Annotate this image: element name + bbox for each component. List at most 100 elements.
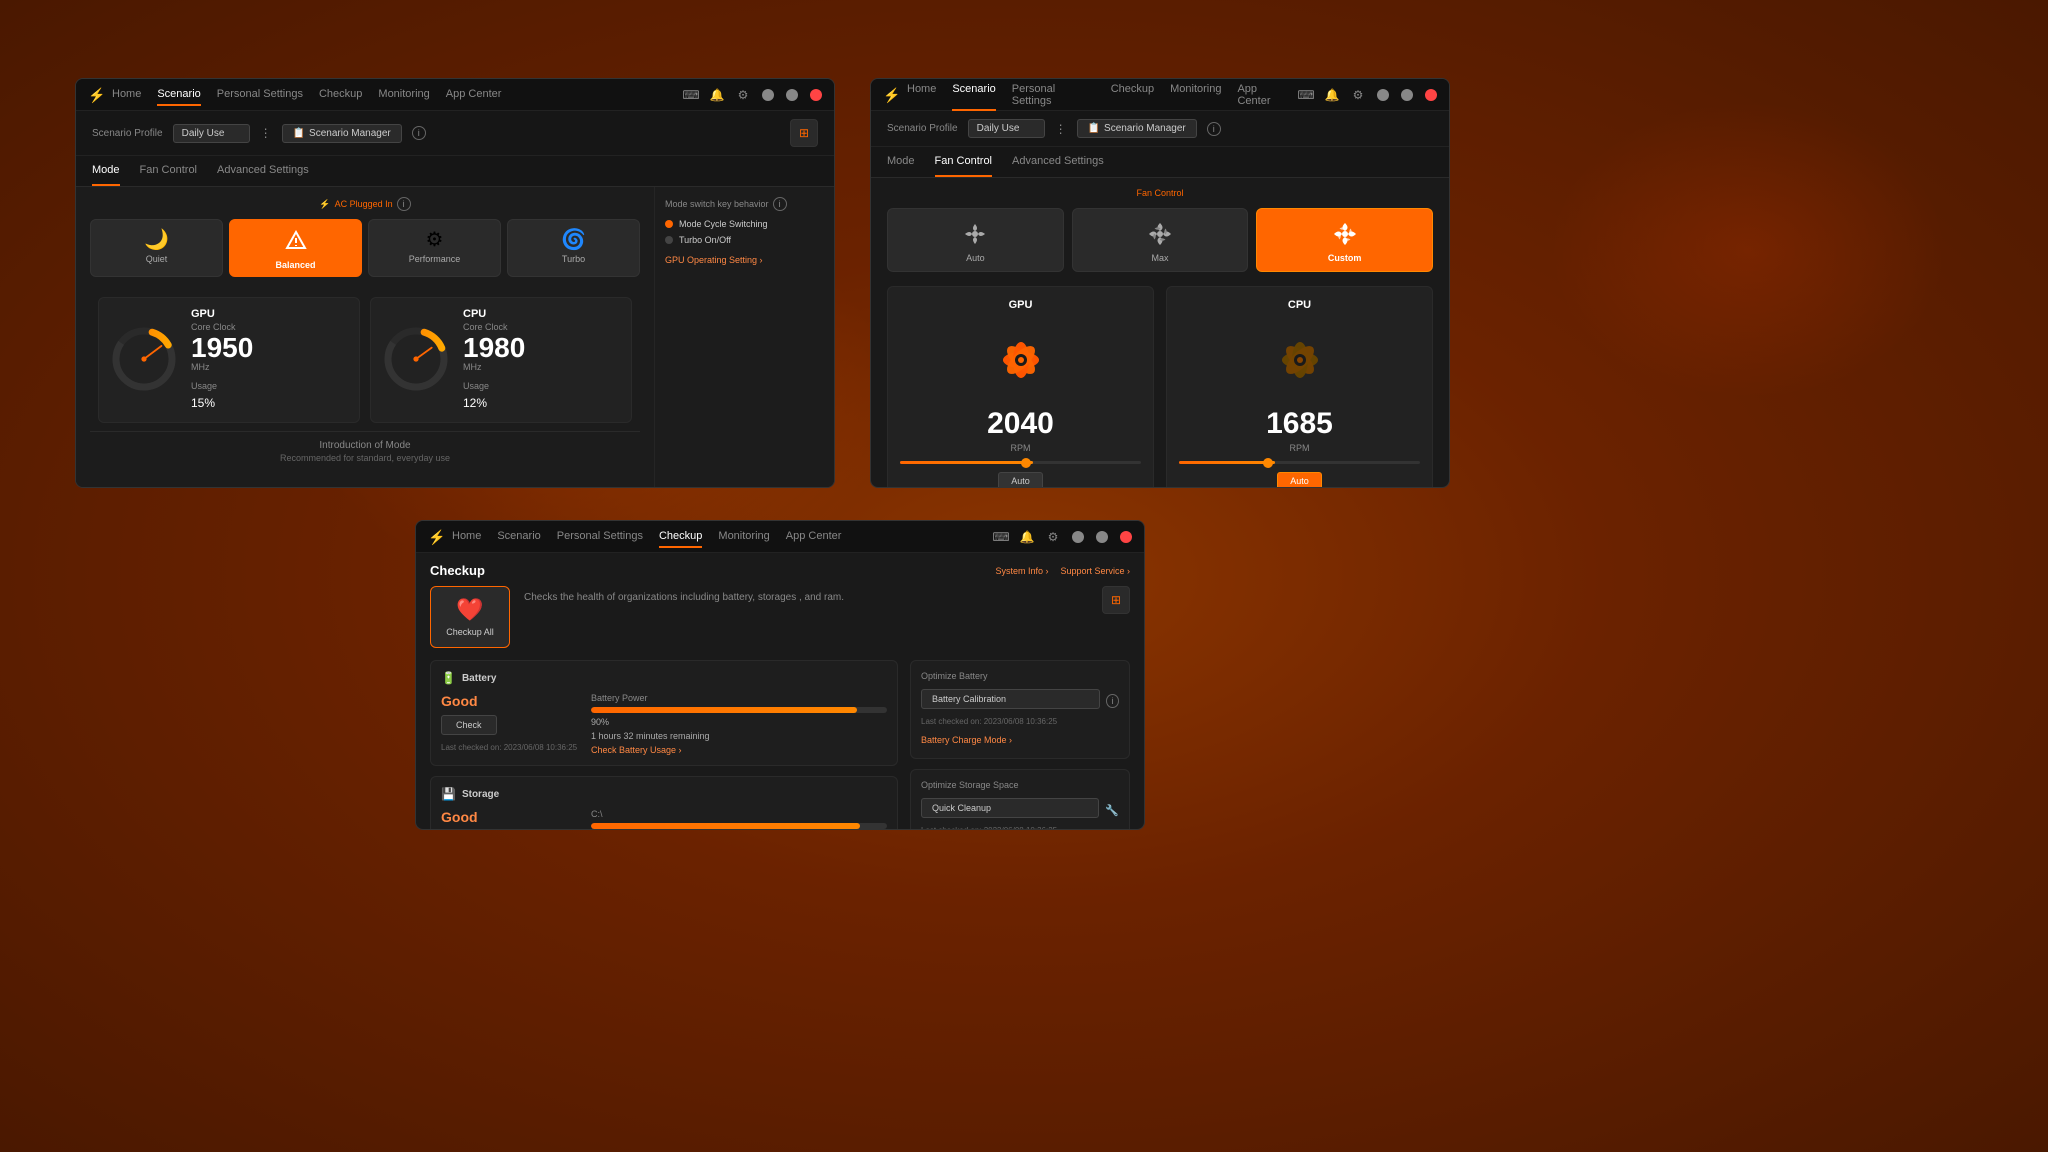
check-battery-usage-link[interactable]: Check Battery Usage › bbox=[591, 745, 887, 755]
nav-checkup-1[interactable]: Checkup bbox=[319, 84, 362, 106]
gpu-fan-slider[interactable] bbox=[900, 461, 1141, 464]
nav-appcenter-3[interactable]: App Center bbox=[786, 526, 842, 548]
gpu-fan-wheel bbox=[976, 315, 1066, 405]
profile-dropdown-1[interactable]: Daily Use bbox=[173, 124, 250, 143]
gpu-fan-gauge: GPU 2040 bbox=[887, 286, 1154, 488]
nav-personal-3[interactable]: Personal Settings bbox=[557, 526, 643, 548]
cpu-fan-auto-btn[interactable]: Auto bbox=[1277, 472, 1322, 488]
minimize-btn-2[interactable] bbox=[1377, 89, 1389, 101]
close-btn-2[interactable] bbox=[1425, 89, 1437, 101]
nav-home-2[interactable]: Home bbox=[907, 79, 936, 111]
maximize-btn-2[interactable] bbox=[1401, 89, 1413, 101]
mode-card-balanced[interactable]: Balanced bbox=[229, 219, 362, 277]
checkup-content: Checkup System Info › Support Service › … bbox=[416, 553, 1144, 830]
nav-home-3[interactable]: Home bbox=[452, 526, 481, 548]
mode-card-quiet[interactable]: 🌙 Quiet bbox=[90, 219, 223, 277]
fan-control-content: Fan Control Auto bbox=[871, 178, 1449, 488]
nav-home-1[interactable]: Home bbox=[112, 84, 141, 106]
quick-cleanup-btn[interactable]: Quick Cleanup bbox=[921, 798, 1099, 818]
tab-advanced-1[interactable]: Advanced Settings bbox=[217, 156, 309, 186]
fan-max-icon bbox=[1147, 221, 1173, 247]
storage-fill bbox=[591, 823, 860, 829]
fan-card-auto[interactable]: Auto bbox=[887, 208, 1064, 272]
battery-charge-mode-link[interactable]: Battery Charge Mode › bbox=[921, 735, 1012, 745]
support-service-link[interactable]: Support Service › bbox=[1060, 566, 1130, 576]
nav-scenario-1[interactable]: Scenario bbox=[157, 84, 200, 106]
performance-icon: ⚙ bbox=[426, 230, 444, 250]
tab-fancontrol-1[interactable]: Fan Control bbox=[140, 156, 197, 186]
tab-fancontrol-2[interactable]: Fan Control bbox=[935, 147, 992, 177]
cpu-title: CPU bbox=[463, 308, 621, 320]
cpu-value: 1980 bbox=[463, 334, 621, 362]
layout-toggle-3[interactable]: ⊞ bbox=[1102, 586, 1130, 614]
ac-icon: ⚡ bbox=[319, 199, 330, 210]
fan-card-custom[interactable]: Custom bbox=[1256, 208, 1433, 272]
gpu-rpm-unit: RPM bbox=[1011, 443, 1031, 453]
maximize-btn-1[interactable] bbox=[786, 89, 798, 101]
cpu-fan-slider[interactable] bbox=[1179, 461, 1420, 464]
mode-card-performance[interactable]: ⚙ Performance bbox=[368, 219, 501, 277]
profile-dropdown-2[interactable]: Daily Use bbox=[968, 119, 1045, 138]
radio-label-cycle: Mode Cycle Switching bbox=[679, 219, 768, 229]
gear-icon-3[interactable]: ⚙ bbox=[1046, 530, 1060, 544]
kbd-icon-3: ⌨ bbox=[994, 530, 1008, 544]
scenario-manager-btn-1[interactable]: 📋 Scenario Manager bbox=[282, 124, 402, 143]
close-btn-1[interactable] bbox=[810, 89, 822, 101]
tab-mode-1[interactable]: Mode bbox=[92, 156, 120, 186]
maximize-btn-3[interactable] bbox=[1096, 531, 1108, 543]
nav-scenario-3[interactable]: Scenario bbox=[497, 526, 540, 548]
layout-toggle-1[interactable]: ⊞ bbox=[790, 119, 818, 147]
scenario-manager-btn-2[interactable]: 📋 Scenario Manager bbox=[1077, 119, 1197, 138]
nav-monitoring-3[interactable]: Monitoring bbox=[718, 526, 769, 548]
ac-info-icon[interactable]: i bbox=[397, 197, 411, 211]
fan-control-header: Fan Control bbox=[887, 188, 1433, 198]
nav-monitoring-1[interactable]: Monitoring bbox=[378, 84, 429, 106]
close-btn-3[interactable] bbox=[1120, 531, 1132, 543]
nav-scenario-2[interactable]: Scenario bbox=[952, 79, 995, 111]
battery-row: Good Check Last checked on: 2023/06/08 1… bbox=[441, 693, 887, 755]
radio-dot-cycle bbox=[665, 220, 673, 228]
storage-section: 💾 Storage Good Check Last checked on: 20… bbox=[430, 776, 898, 830]
minimize-btn-3[interactable] bbox=[1072, 531, 1084, 543]
nav-monitoring-2[interactable]: Monitoring bbox=[1170, 79, 1221, 111]
battery-calibration-btn[interactable]: Battery Calibration bbox=[921, 689, 1100, 709]
gear-icon-2[interactable]: ⚙ bbox=[1351, 88, 1365, 102]
nav-checkup-3[interactable]: Checkup bbox=[659, 526, 702, 548]
info-icon-2[interactable]: i bbox=[1207, 122, 1221, 136]
fan-custom-icon bbox=[1332, 221, 1358, 247]
mode-card-turbo[interactable]: 🌀 Turbo bbox=[507, 219, 640, 277]
intro-title: Introduction of Mode bbox=[98, 440, 632, 451]
system-info-link[interactable]: System Info › bbox=[995, 566, 1048, 576]
profile-menu-icon[interactable]: ⋮ bbox=[260, 126, 272, 140]
fan-card-max[interactable]: Max bbox=[1072, 208, 1249, 272]
nav-checkup-2[interactable]: Checkup bbox=[1111, 79, 1154, 111]
minimize-btn-1[interactable] bbox=[762, 89, 774, 101]
scenario-manager-label: Scenario Manager bbox=[309, 128, 391, 139]
checkup-all-button[interactable]: ❤️ Checkup All bbox=[430, 586, 510, 648]
nav-personal-2[interactable]: Personal Settings bbox=[1012, 79, 1095, 111]
cpu-fan-label: CPU bbox=[1288, 299, 1311, 311]
nav-appcenter-1[interactable]: App Center bbox=[446, 84, 502, 106]
profile-menu-icon-2[interactable]: ⋮ bbox=[1055, 122, 1067, 136]
scenario-manager-label-2: Scenario Manager bbox=[1104, 123, 1186, 134]
radio-turbo[interactable]: Turbo On/Off bbox=[665, 235, 824, 245]
optimize-storage-section: Optimize Storage Space Quick Cleanup 🔧 L… bbox=[910, 769, 1130, 830]
battery-calibration-info[interactable]: i bbox=[1106, 694, 1119, 708]
tab-mode-2[interactable]: Mode bbox=[887, 147, 915, 177]
gpu-operating-link[interactable]: GPU Operating Setting › bbox=[665, 255, 824, 265]
nav-appcenter-2[interactable]: App Center bbox=[1237, 79, 1291, 111]
radio-cycle[interactable]: Mode Cycle Switching bbox=[665, 219, 824, 229]
tab-advanced-2[interactable]: Advanced Settings bbox=[1012, 147, 1104, 177]
gpu-value: 1950 bbox=[191, 334, 349, 362]
gear-icon[interactable]: ⚙ bbox=[736, 88, 750, 102]
battery-check-btn[interactable]: Check bbox=[441, 715, 497, 735]
gpu-fan-auto-btn[interactable]: Auto bbox=[998, 472, 1043, 488]
mode-switch-info[interactable]: i bbox=[773, 197, 787, 211]
radio-dot-turbo bbox=[665, 236, 673, 244]
info-icon-1[interactable]: i bbox=[412, 126, 426, 140]
profile-bar-2: Scenario Profile Daily Use ⋮ 📋 Scenario … bbox=[871, 111, 1449, 147]
title-bar-3: ⚡ Home Scenario Personal Settings Checku… bbox=[416, 521, 1144, 553]
nav-personal-1[interactable]: Personal Settings bbox=[217, 84, 303, 106]
nav-bar-3: Home Scenario Personal Settings Checkup … bbox=[452, 526, 986, 548]
battery-bar bbox=[591, 707, 887, 713]
